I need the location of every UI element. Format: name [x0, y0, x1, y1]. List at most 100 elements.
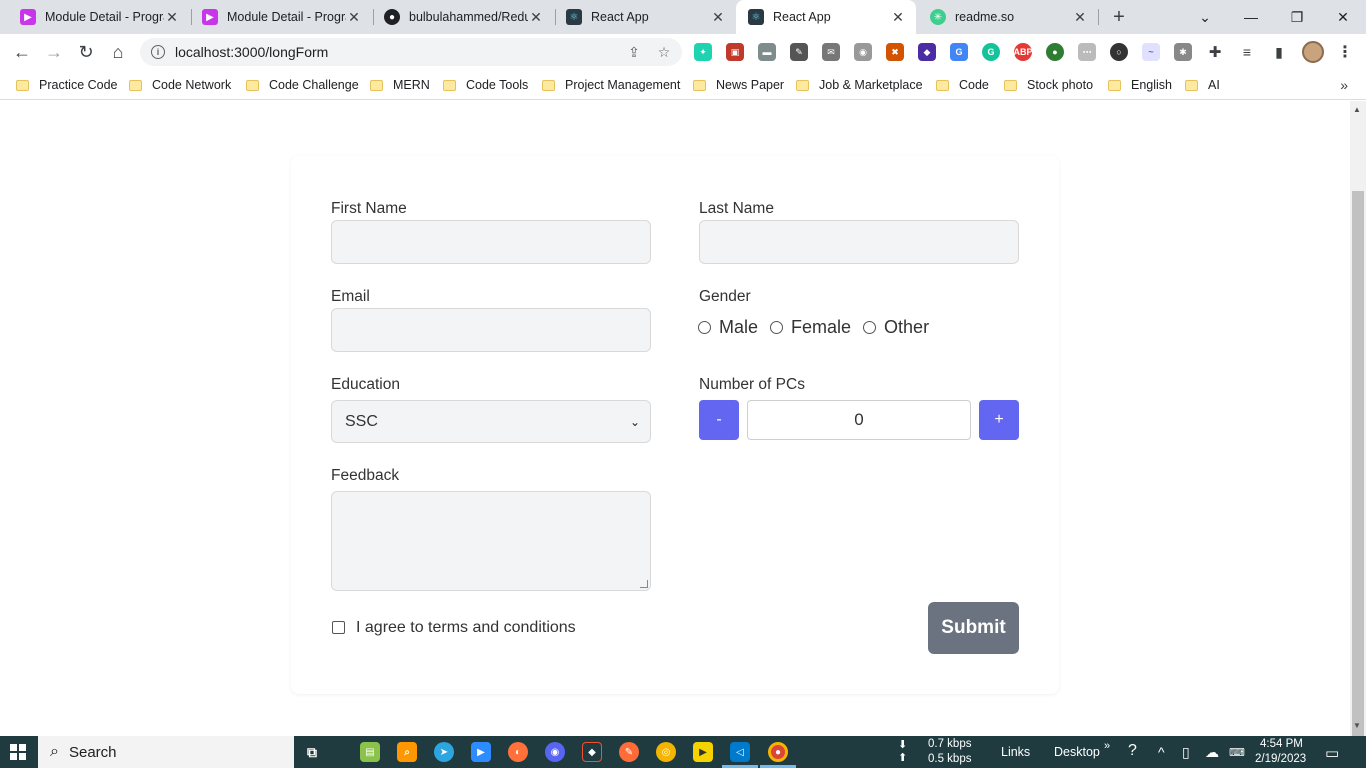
- scroll-up-icon[interactable]: ▲: [1353, 105, 1361, 114]
- taskbar-search[interactable]: ⌕ Search: [38, 736, 294, 768]
- firefox-icon[interactable]: ◐: [508, 742, 528, 762]
- tab-module-detail-2[interactable]: ▶ Module Detail - Programming Hero ✕: [190, 0, 372, 34]
- camera-icon[interactable]: ◉: [854, 43, 872, 61]
- toolbar-more-icon[interactable]: »: [1104, 740, 1110, 752]
- notepad-icon[interactable]: ▤: [360, 742, 380, 762]
- forward-button[interactable]: →: [40, 38, 68, 66]
- links-toolbar[interactable]: Links: [1001, 745, 1030, 759]
- telegram-icon[interactable]: ➤: [434, 742, 454, 762]
- extension-icon[interactable]: ●: [1046, 43, 1064, 61]
- close-tab-icon[interactable]: ✕: [710, 9, 726, 26]
- extensions-puzzle-icon[interactable]: ✚: [1206, 43, 1224, 61]
- bookmark-code-network[interactable]: Code Network: [129, 76, 231, 94]
- bookmark-english[interactable]: English: [1108, 76, 1172, 94]
- windows-start-icon[interactable]: [10, 744, 26, 760]
- help-icon[interactable]: ?: [1128, 742, 1137, 760]
- new-tab-button[interactable]: +: [1105, 0, 1133, 34]
- gender-female-radio[interactable]: [770, 321, 784, 334]
- bookmark-ai[interactable]: AI: [1185, 76, 1220, 94]
- bookmark-practice-code[interactable]: Practice Code: [16, 76, 118, 94]
- notification-icon[interactable]: ▭: [1325, 744, 1339, 762]
- translate-icon[interactable]: G: [950, 43, 968, 61]
- onedrive-icon[interactable]: ☁: [1205, 744, 1219, 761]
- extension-icon[interactable]: ◆: [918, 43, 936, 61]
- tab-readme[interactable]: ✳ readme.so ✕: [918, 0, 1098, 34]
- close-tab-icon[interactable]: ✕: [1072, 9, 1088, 26]
- gender-male-radio[interactable]: [698, 321, 711, 334]
- media-player-icon[interactable]: ▶: [693, 742, 713, 762]
- extension-icon[interactable]: ✎: [790, 43, 808, 61]
- menu-icon[interactable]: ⋮: [1336, 43, 1354, 61]
- gender-other-radio[interactable]: [863, 321, 877, 334]
- close-tab-icon[interactable]: ✕: [528, 9, 544, 26]
- profile-avatar[interactable]: [1302, 41, 1324, 63]
- bookmark-news-paper[interactable]: News Paper: [693, 76, 784, 94]
- device-icon[interactable]: ▯: [1182, 744, 1190, 761]
- extension-icon[interactable]: ~: [1142, 43, 1160, 61]
- bookmark-project-management[interactable]: Project Management: [542, 76, 680, 94]
- bookmark-code-challenge[interactable]: Code Challenge: [246, 76, 359, 94]
- extension-icon[interactable]: ⋯: [1078, 43, 1096, 61]
- bug-icon[interactable]: ✱: [1174, 43, 1192, 61]
- back-button[interactable]: ←: [8, 38, 36, 66]
- mail-icon[interactable]: ✉: [822, 43, 840, 61]
- chrome-icon[interactable]: ●: [768, 742, 788, 762]
- tab-module-detail-1[interactable]: ▶ Module Detail - Programming Hero ✕: [8, 0, 190, 34]
- language-icon[interactable]: ⌨: [1229, 746, 1245, 759]
- home-button[interactable]: ⌂: [104, 38, 132, 66]
- task-view-icon[interactable]: ⧉: [302, 742, 322, 762]
- clock-date[interactable]: 2/19/2023: [1255, 753, 1306, 765]
- first-name-input[interactable]: [331, 220, 651, 264]
- bookmark-job-marketplace[interactable]: Job & Marketplace: [796, 76, 923, 94]
- email-input[interactable]: [331, 308, 651, 352]
- tab-github[interactable]: ● bulbulahammed/Redux ✕: [372, 0, 554, 34]
- scrollbar-thumb[interactable]: [1352, 191, 1364, 751]
- close-tab-icon[interactable]: ✕: [164, 9, 180, 26]
- zoom-icon[interactable]: ▶: [471, 742, 491, 762]
- share-icon[interactable]: ⇪: [622, 44, 646, 61]
- desktop-toolbar[interactable]: Desktop: [1054, 745, 1100, 759]
- tab-search-button[interactable]: ⌄: [1182, 0, 1228, 34]
- address-url[interactable]: localhost:3000/longForm: [175, 44, 622, 60]
- bookmark-code-tools[interactable]: Code Tools: [443, 76, 528, 94]
- bookmark-stock-photo[interactable]: Stock photo: [1004, 76, 1093, 94]
- terms-checkbox[interactable]: [332, 621, 345, 634]
- extension-icon[interactable]: ▬: [758, 43, 776, 61]
- pcs-count-field[interactable]: 0: [747, 400, 971, 440]
- tab-react-app-1[interactable]: ⚛ React App ✕: [554, 0, 736, 34]
- clock-time[interactable]: 4:54 PM: [1260, 738, 1303, 750]
- restore-button[interactable]: ❐: [1274, 0, 1320, 34]
- extension-icon[interactable]: ▣: [726, 43, 744, 61]
- grammarly-icon[interactable]: G: [982, 43, 1000, 61]
- close-tab-icon[interactable]: ✕: [346, 9, 362, 26]
- scroll-down-icon[interactable]: ▼: [1353, 721, 1361, 730]
- search-app-icon[interactable]: ⌕: [397, 742, 417, 762]
- address-bar[interactable]: i localhost:3000/longForm ⇪ ☆: [140, 38, 682, 66]
- postman-icon[interactable]: ✎: [619, 742, 639, 762]
- side-panel-icon[interactable]: ▮: [1270, 43, 1288, 61]
- adblock-icon[interactable]: ABP: [1014, 43, 1033, 61]
- more-bookmarks-icon[interactable]: »: [1340, 77, 1348, 93]
- vscode-icon[interactable]: ◁: [730, 742, 750, 762]
- close-tab-icon[interactable]: ✕: [890, 9, 906, 26]
- last-name-input[interactable]: [699, 220, 1019, 264]
- site-info-icon[interactable]: i: [151, 45, 165, 59]
- chrome-canary-icon[interactable]: ◎: [656, 742, 676, 762]
- education-select[interactable]: SSC ⌄: [331, 400, 651, 443]
- bookmark-star-icon[interactable]: ☆: [652, 44, 676, 61]
- reload-button[interactable]: ↻: [72, 38, 100, 66]
- media-control-icon[interactable]: ≡: [1238, 43, 1256, 61]
- close-window-button[interactable]: ✕: [1320, 0, 1366, 34]
- chevron-up-icon[interactable]: ^: [1158, 744, 1165, 760]
- extension-icon[interactable]: ✦: [694, 43, 712, 61]
- tab-react-app-2[interactable]: ⚛ React App ✕: [736, 0, 916, 34]
- page-scrollbar[interactable]: ▲ ▼: [1350, 101, 1366, 751]
- decrement-button[interactable]: -: [699, 400, 739, 440]
- bookmark-code[interactable]: Code: [936, 76, 989, 94]
- git-icon[interactable]: ◆: [582, 742, 602, 762]
- minimize-button[interactable]: —: [1228, 0, 1274, 34]
- discord-icon[interactable]: ◉: [545, 742, 565, 762]
- bookmark-mern[interactable]: MERN: [370, 76, 430, 94]
- increment-button[interactable]: +: [979, 400, 1019, 440]
- feedback-textarea[interactable]: [331, 491, 651, 591]
